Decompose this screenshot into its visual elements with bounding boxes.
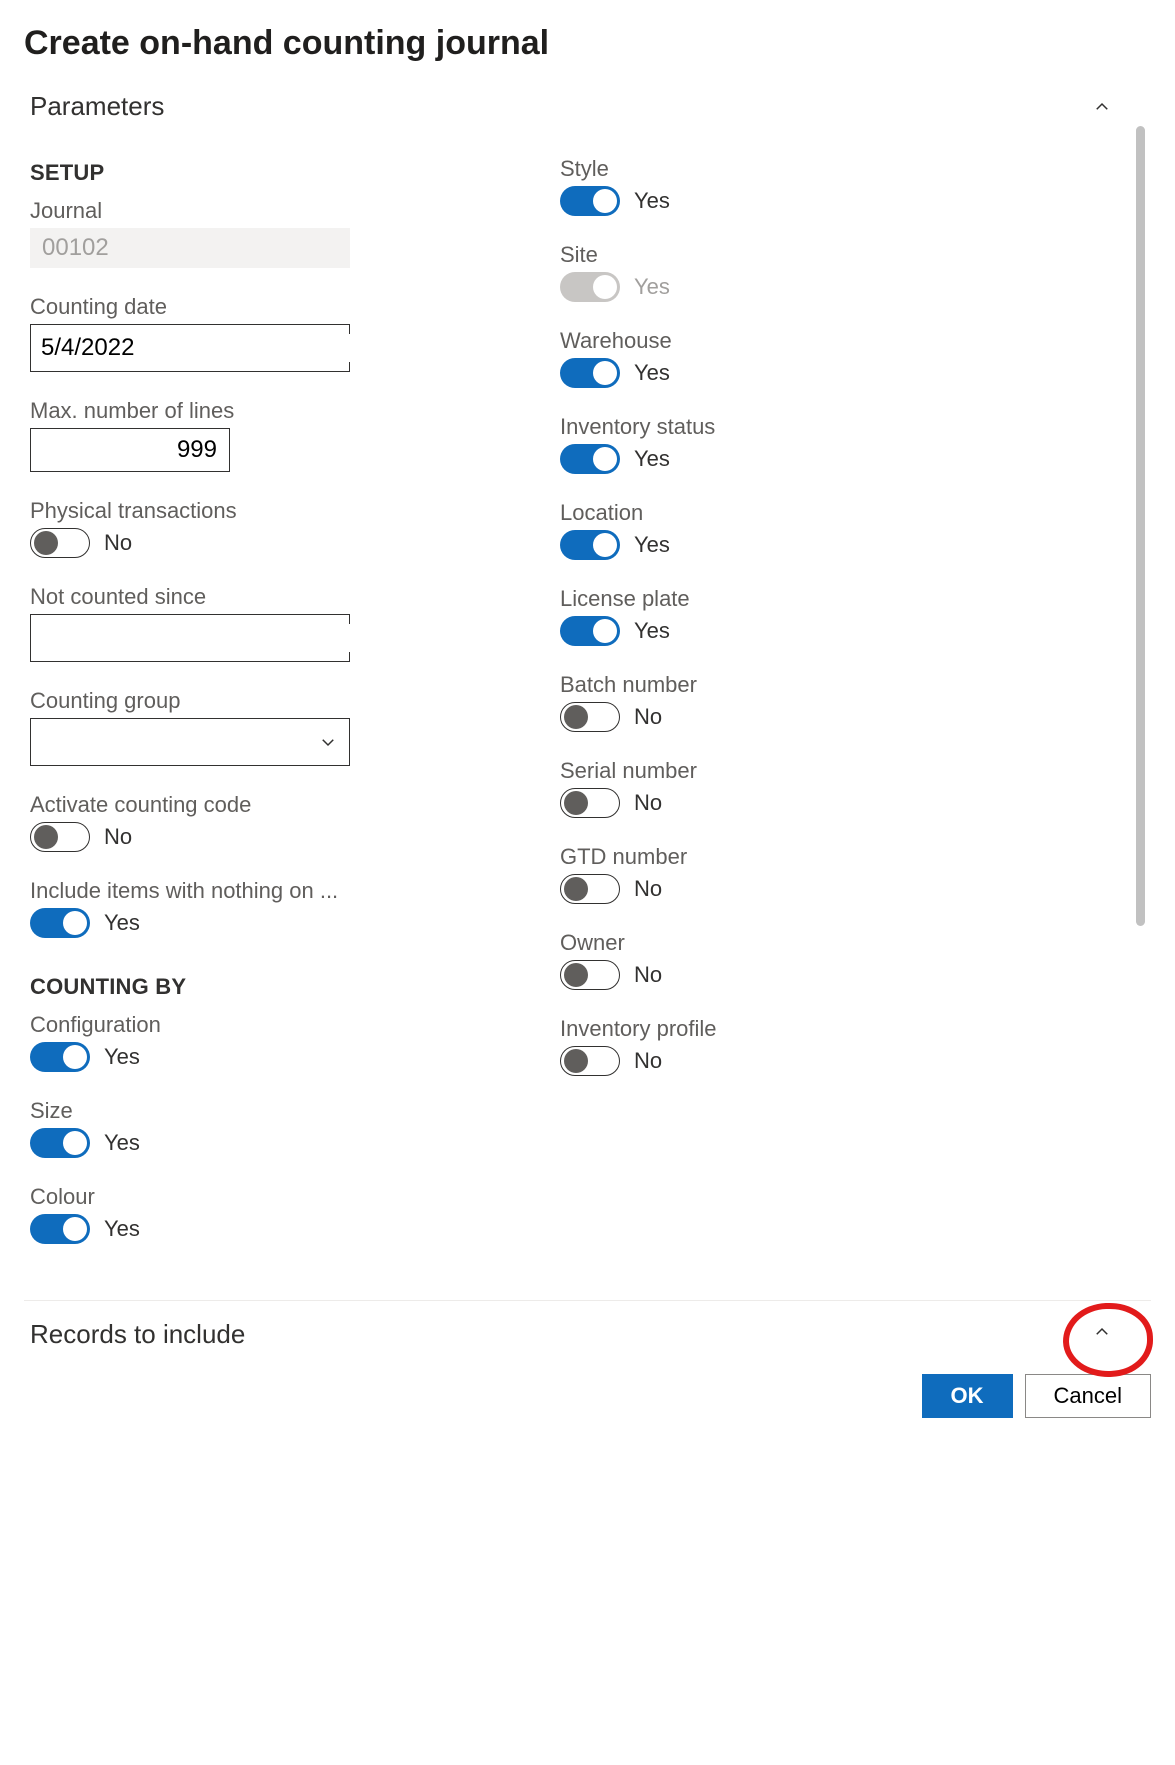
toggle-warehouse-state: Yes	[634, 360, 670, 386]
toggle-size-state: Yes	[104, 1130, 140, 1156]
toggle-include-nothing-state: Yes	[104, 910, 140, 936]
not-counted-since-field[interactable]	[30, 614, 350, 662]
toggle-inventory-profile[interactable]	[560, 1046, 620, 1076]
toggle-owner-state: No	[634, 962, 662, 988]
toggle-physical-trans-state: No	[104, 530, 132, 556]
toggle-activate-counting-code[interactable]	[30, 822, 90, 852]
label-counting-date: Counting date	[30, 294, 430, 320]
toggle-size[interactable]	[30, 1128, 90, 1158]
toggle-physical-trans[interactable]	[30, 528, 90, 558]
counting-date-field[interactable]	[30, 324, 350, 372]
dialog-title: Create on-hand counting journal	[24, 24, 1151, 63]
section-title-records: Records to include	[30, 1319, 245, 1350]
toggle-inventory-status[interactable]	[560, 444, 620, 474]
toggle-inventory-status-state: Yes	[634, 446, 670, 472]
toggle-location[interactable]	[560, 530, 620, 560]
group-heading-setup: SETUP	[30, 160, 430, 186]
label-style: Style	[560, 156, 960, 182]
label-colour: Colour	[30, 1184, 430, 1210]
toggle-serial-number-state: No	[634, 790, 662, 816]
section-header-records[interactable]: Records to include	[30, 1315, 1111, 1354]
parameters-content: SETUP Journal 00102 Counting date Ma	[30, 126, 1151, 1290]
toggle-warehouse[interactable]	[560, 358, 620, 388]
max-lines-input[interactable]	[30, 428, 230, 472]
label-serial-number: Serial number	[560, 758, 960, 784]
label-batch-number: Batch number	[560, 672, 960, 698]
label-activate-counting-code: Activate counting code	[30, 792, 430, 818]
label-license-plate: License plate	[560, 586, 960, 612]
chevron-up-icon	[1093, 98, 1111, 116]
toggle-style[interactable]	[560, 186, 620, 216]
dialog-footer: OK Cancel	[0, 1354, 1175, 1442]
label-max-lines: Max. number of lines	[30, 398, 430, 424]
toggle-inventory-profile-state: No	[634, 1048, 662, 1074]
label-physical-trans: Physical transactions	[30, 498, 430, 524]
counting-group-select[interactable]	[30, 718, 350, 766]
toggle-site-state: Yes	[634, 274, 670, 300]
label-not-counted-since: Not counted since	[30, 584, 430, 610]
toggle-batch-number[interactable]	[560, 702, 620, 732]
toggle-colour-state: Yes	[104, 1216, 140, 1242]
label-inventory-profile: Inventory profile	[560, 1016, 960, 1042]
toggle-location-state: Yes	[634, 532, 670, 558]
column-left: SETUP Journal 00102 Counting date Ma	[30, 156, 430, 1270]
toggle-gtd-number-state: No	[634, 876, 662, 902]
counting-date-input[interactable]	[41, 334, 351, 362]
section-divider	[24, 1300, 1151, 1301]
journal-field: 00102	[30, 228, 350, 268]
label-configuration: Configuration	[30, 1012, 430, 1038]
toggle-owner[interactable]	[560, 960, 620, 990]
toggle-include-nothing[interactable]	[30, 908, 90, 938]
toggle-configuration[interactable]	[30, 1042, 90, 1072]
ok-button[interactable]: OK	[922, 1374, 1013, 1418]
group-heading-counting-by: COUNTING BY	[30, 974, 430, 1000]
label-inventory-status: Inventory status	[560, 414, 960, 440]
toggle-site	[560, 272, 620, 302]
toggle-license-plate-state: Yes	[634, 618, 670, 644]
section-header-parameters[interactable]: Parameters	[30, 87, 1111, 126]
toggle-style-state: Yes	[634, 188, 670, 214]
toggle-activate-counting-code-state: No	[104, 824, 132, 850]
label-journal: Journal	[30, 198, 430, 224]
label-location: Location	[560, 500, 960, 526]
label-size: Size	[30, 1098, 430, 1124]
scrollbar-thumb[interactable]	[1136, 126, 1145, 926]
toggle-colour[interactable]	[30, 1214, 90, 1244]
label-gtd-number: GTD number	[560, 844, 960, 870]
label-include-nothing: Include items with nothing on ...	[30, 878, 430, 904]
toggle-batch-number-state: No	[634, 704, 662, 730]
not-counted-since-input[interactable]	[41, 624, 351, 652]
chevron-down-icon	[319, 733, 337, 751]
dialog-create-counting-journal: Create on-hand counting journal Paramete…	[0, 0, 1175, 1354]
label-counting-group: Counting group	[30, 688, 430, 714]
section-title-parameters: Parameters	[30, 91, 164, 122]
label-site: Site	[560, 242, 960, 268]
toggle-license-plate[interactable]	[560, 616, 620, 646]
toggle-serial-number[interactable]	[560, 788, 620, 818]
label-owner: Owner	[560, 930, 960, 956]
chevron-up-icon	[1093, 1328, 1111, 1345]
toggle-gtd-number[interactable]	[560, 874, 620, 904]
toggle-configuration-state: Yes	[104, 1044, 140, 1070]
column-right: Style Yes Site Yes Warehouse	[560, 156, 960, 1270]
label-warehouse: Warehouse	[560, 328, 960, 354]
cancel-button[interactable]: Cancel	[1025, 1374, 1151, 1418]
